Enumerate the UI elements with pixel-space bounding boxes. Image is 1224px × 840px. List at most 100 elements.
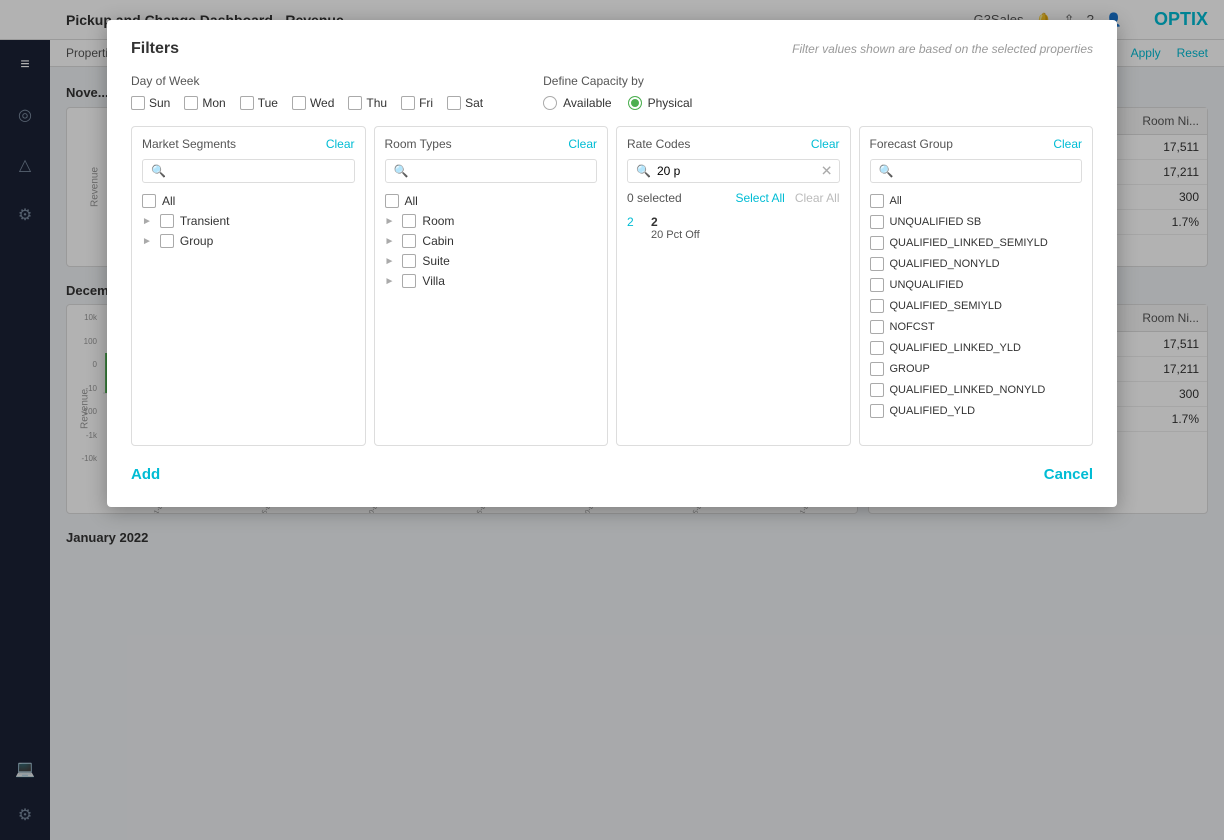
forecast-all-checkbox[interactable] [870,194,884,208]
dow-mon-checkbox[interactable] [184,96,198,110]
rate-codes-select-all[interactable]: Select All [735,191,784,205]
market-segments-transient: ► Transient [142,211,355,231]
add-button[interactable]: Add [131,466,160,483]
group-label: Group [180,234,213,248]
forecast-qualified-nonyld-label: QUALIFIED_NONYLD [890,258,1000,270]
dow-mon: Mon [184,96,225,110]
forecast-qualified-linked-semiyld-label: QUALIFIED_LINKED_SEMIYLD [890,237,1048,249]
room-types-clear[interactable]: Clear [568,137,597,151]
room-expand-icon[interactable]: ► [385,216,395,227]
cabin-expand-icon[interactable]: ► [385,236,395,247]
forecast-qualified-linked-semiyld-checkbox[interactable] [870,236,884,250]
room-types-search: 🔍 [385,159,598,183]
room-types-cabin: ► Cabin [385,231,598,251]
dow-sat-checkbox[interactable] [447,96,461,110]
villa-expand-icon[interactable]: ► [385,276,395,287]
forecast-qualified-linked-yld-checkbox[interactable] [870,341,884,355]
group-expand-icon[interactable]: ► [142,236,152,247]
modal-title: Filters [131,40,179,58]
forecast-group-search-icon: 🔍 [879,164,894,178]
forecast-qualified-yld-checkbox[interactable] [870,404,884,418]
capacity-physical-label: Physical [648,96,693,110]
market-segments-header: Market Segments Clear [142,137,355,151]
dow-thu: Thu [348,96,387,110]
capacity-available-radio[interactable] [543,96,557,110]
dow-row: Sun Mon Tue Wed [131,96,483,110]
forecast-item-qualified-linked-yld: QUALIFIED_LINKED_YLD [870,338,1083,358]
forecast-item-all: All [870,191,1083,211]
forecast-qualified-nonyld-checkbox[interactable] [870,257,884,271]
market-segments-input[interactable] [172,164,346,178]
forecast-group-input[interactable] [899,164,1073,178]
forecast-item-unqualified: UNQUALIFIED [870,275,1083,295]
forecast-qualified-semiyld-checkbox[interactable] [870,299,884,313]
filter-panels: Market Segments Clear 🔍 All ► Transient [131,126,1093,446]
modal-hint: Filter values shown are based on the sel… [792,42,1093,56]
room-label: Room [422,214,454,228]
rate-codes-clear[interactable]: Clear [811,137,840,151]
cancel-button[interactable]: Cancel [1044,466,1093,483]
forecast-group-header: Forecast Group Clear [870,137,1083,151]
forecast-qualified-linked-yld-label: QUALIFIED_LINKED_YLD [890,342,1021,354]
forecast-item-qualified-yld: QUALIFIED_YLD [870,401,1083,421]
dow-tue-label: Tue [258,96,278,110]
dow-sun-checkbox[interactable] [131,96,145,110]
room-types-all-label: All [405,194,418,208]
rate-codes-search: 🔍 ✕ [627,159,840,183]
capacity-physical-radio[interactable] [628,96,642,110]
room-checkbox[interactable] [402,214,416,228]
rate-codes-input[interactable] [657,164,831,178]
capacity-physical: Physical [628,96,693,110]
dow-tue-checkbox[interactable] [240,96,254,110]
rate-codes-header: Rate Codes Clear [627,137,840,151]
rate-code-num-1: 2 [627,215,643,229]
market-segments-all-checkbox[interactable] [142,194,156,208]
room-types-panel: Room Types Clear 🔍 All ► Room ► [374,126,609,446]
forecast-nofcst-checkbox[interactable] [870,320,884,334]
rate-codes-search-icon: 🔍 [636,164,651,178]
forecast-all-label: All [890,195,902,207]
room-types-input[interactable] [414,164,588,178]
suite-expand-icon[interactable]: ► [385,256,395,267]
group-checkbox[interactable] [160,234,174,248]
forecast-group-clear[interactable]: Clear [1053,137,1082,151]
rate-codes-actions: Select All Clear All [735,191,839,205]
forecast-group-label-item: GROUP [890,363,930,375]
dow-sun: Sun [131,96,170,110]
room-types-title: Room Types [385,137,452,151]
rate-codes-clear-all[interactable]: Clear All [795,191,840,205]
forecast-item-qualified-nonyld: QUALIFIED_NONYLD [870,254,1083,274]
suite-checkbox[interactable] [402,254,416,268]
dow-wed-checkbox[interactable] [292,96,306,110]
room-types-all-checkbox[interactable] [385,194,399,208]
cabin-checkbox[interactable] [402,234,416,248]
forecast-unqualified-label: UNQUALIFIED [890,279,964,291]
forecast-unqualified-sb-checkbox[interactable] [870,215,884,229]
dow-thu-checkbox[interactable] [348,96,362,110]
modal-header: Filters Filter values shown are based on… [131,40,1093,58]
day-of-week-section: Day of Week Sun Mon Tue [131,74,483,110]
forecast-group-checkbox[interactable] [870,362,884,376]
villa-label: Villa [422,274,444,288]
rate-codes-clear-search-icon[interactable]: ✕ [821,163,833,180]
dow-fri-checkbox[interactable] [401,96,415,110]
room-types-all: All [385,191,598,211]
filters-top-row: Day of Week Sun Mon Tue [131,74,1093,110]
forecast-item-qualified-semiyld: QUALIFIED_SEMIYLD [870,296,1083,316]
forecast-nofcst-label: NOFCST [890,321,935,333]
forecast-qualified-linked-nonyld-checkbox[interactable] [870,383,884,397]
dow-mon-label: Mon [202,96,225,110]
dow-label: Day of Week [131,74,483,88]
market-segments-search-icon: 🔍 [151,164,166,178]
forecast-unqualified-checkbox[interactable] [870,278,884,292]
modal-footer: Add Cancel [131,466,1093,483]
forecast-item-unqualified-sb: UNQUALIFIED SB [870,212,1083,232]
define-capacity-section: Define Capacity by Available Physical [543,74,692,110]
market-segments-clear[interactable]: Clear [326,137,355,151]
transient-checkbox[interactable] [160,214,174,228]
capacity-available-label: Available [563,96,611,110]
villa-checkbox[interactable] [402,274,416,288]
dow-sat-label: Sat [465,96,483,110]
transient-expand-icon[interactable]: ► [142,216,152,227]
suite-label: Suite [422,254,449,268]
